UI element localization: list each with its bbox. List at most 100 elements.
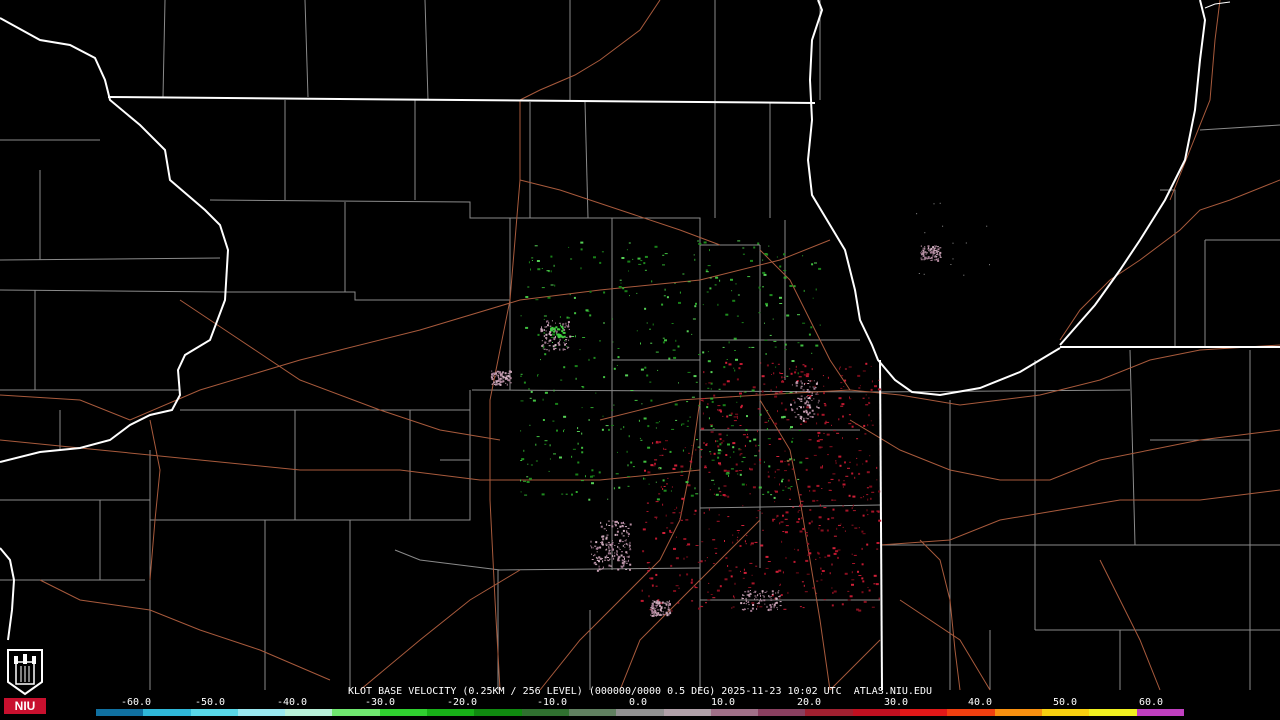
inbound-echo [536,436,540,438]
nearzero-echo [495,380,498,383]
inbound-echo [657,369,659,371]
outbound-echo [680,475,684,476]
outbound-echo [841,403,845,406]
inbound-echo [527,463,529,465]
inbound-echo [766,410,768,411]
outbound-echo [761,390,764,393]
nearzero-echo [808,404,811,407]
outbound-echo [851,583,854,586]
inbound-echo [591,482,594,485]
inbound-echo [603,376,606,379]
outbound-echo [820,529,824,532]
outbound-echo [869,402,871,404]
inbound-echo [627,260,631,263]
nearzero-echo [607,559,609,561]
nearzero-echo [614,552,616,554]
nearzero-echo [616,553,618,556]
outbound-echo [738,367,741,370]
inbound-echo [672,349,676,351]
outbound-echo [841,375,844,377]
outbound-echo [722,415,724,417]
inbound-echo [662,341,665,344]
nearzero-echo [621,568,623,570]
inbound-echo [557,333,560,336]
nearzero-echo [817,407,820,409]
inbound-echo [626,450,628,453]
outbound-echo [870,388,873,391]
outbound-echo [654,462,656,465]
outbound-echo [847,467,850,469]
nearzero-echo [811,394,813,396]
inbound-echo [705,269,708,272]
colorbar-segment [379,709,428,716]
nearzero-echo [924,256,927,259]
outbound-echo [789,368,791,370]
outbound-echo [767,471,769,473]
outbound-echo [828,489,831,491]
nearzero-echo [775,592,777,594]
outbound-echo [847,599,851,601]
nearzero-echo [499,377,502,380]
highway-line [179,299,501,441]
nearzero-echo [755,591,757,593]
outbound-echo [839,367,841,370]
highway-line [489,100,521,691]
outbound-echo [821,573,822,575]
outbound-echo [866,509,868,512]
inbound-echo [725,472,729,475]
nearzero-echo [655,607,657,609]
inbound-echo [555,402,559,405]
inbound-echo [751,389,755,392]
outbound-echo [801,581,804,583]
nearzero-echo [920,257,923,259]
inbound-echo [640,260,643,262]
outbound-echo [705,383,707,385]
inbound-echo [697,240,700,242]
inbound-echo [644,255,648,258]
nearzero-echo [927,258,930,260]
nearzero-echo [496,384,499,386]
outbound-echo [739,363,743,365]
highway-line [849,419,1280,481]
inbound-echo [525,326,529,329]
outbound-echo [811,520,813,523]
inbound-echo [537,333,540,336]
nearzero-echo [619,549,621,550]
nearzero-echo [762,592,764,594]
inbound-echo [670,490,672,492]
nearzero-echo [934,245,936,247]
outbound-echo [683,498,685,501]
nearzero-echo [936,254,938,256]
outbound-echo [655,537,658,540]
outbound-echo [864,433,867,435]
county-line [394,549,501,571]
outbound-echo [876,479,878,481]
nearzero-echo [760,598,761,601]
outbound-echo [704,467,707,469]
nearzero-echo [621,559,624,562]
outbound-echo [698,607,701,610]
outbound-echo [706,443,708,444]
outbound-echo [744,540,746,543]
inbound-echo [762,271,766,274]
outbound-echo [844,368,847,370]
nearzero-echo [625,569,628,570]
outbound-echo [818,525,821,526]
inbound-echo [564,340,566,342]
outbound-echo [645,521,648,523]
nearzero-echo [924,246,926,248]
inbound-echo [641,403,643,405]
nearzero-echo [614,533,617,536]
inbound-echo [520,430,522,432]
nearzero-echo [952,258,954,260]
inbound-echo [627,464,629,467]
outbound-echo [800,500,804,502]
highway-line [879,489,1280,546]
inbound-echo [717,449,721,452]
outbound-echo [709,424,713,426]
outbound-echo [725,361,728,364]
nearzero-echo [803,383,805,386]
inbound-echo [526,476,529,478]
nearzero-echo [547,324,549,327]
nearzero-echo [797,382,799,384]
